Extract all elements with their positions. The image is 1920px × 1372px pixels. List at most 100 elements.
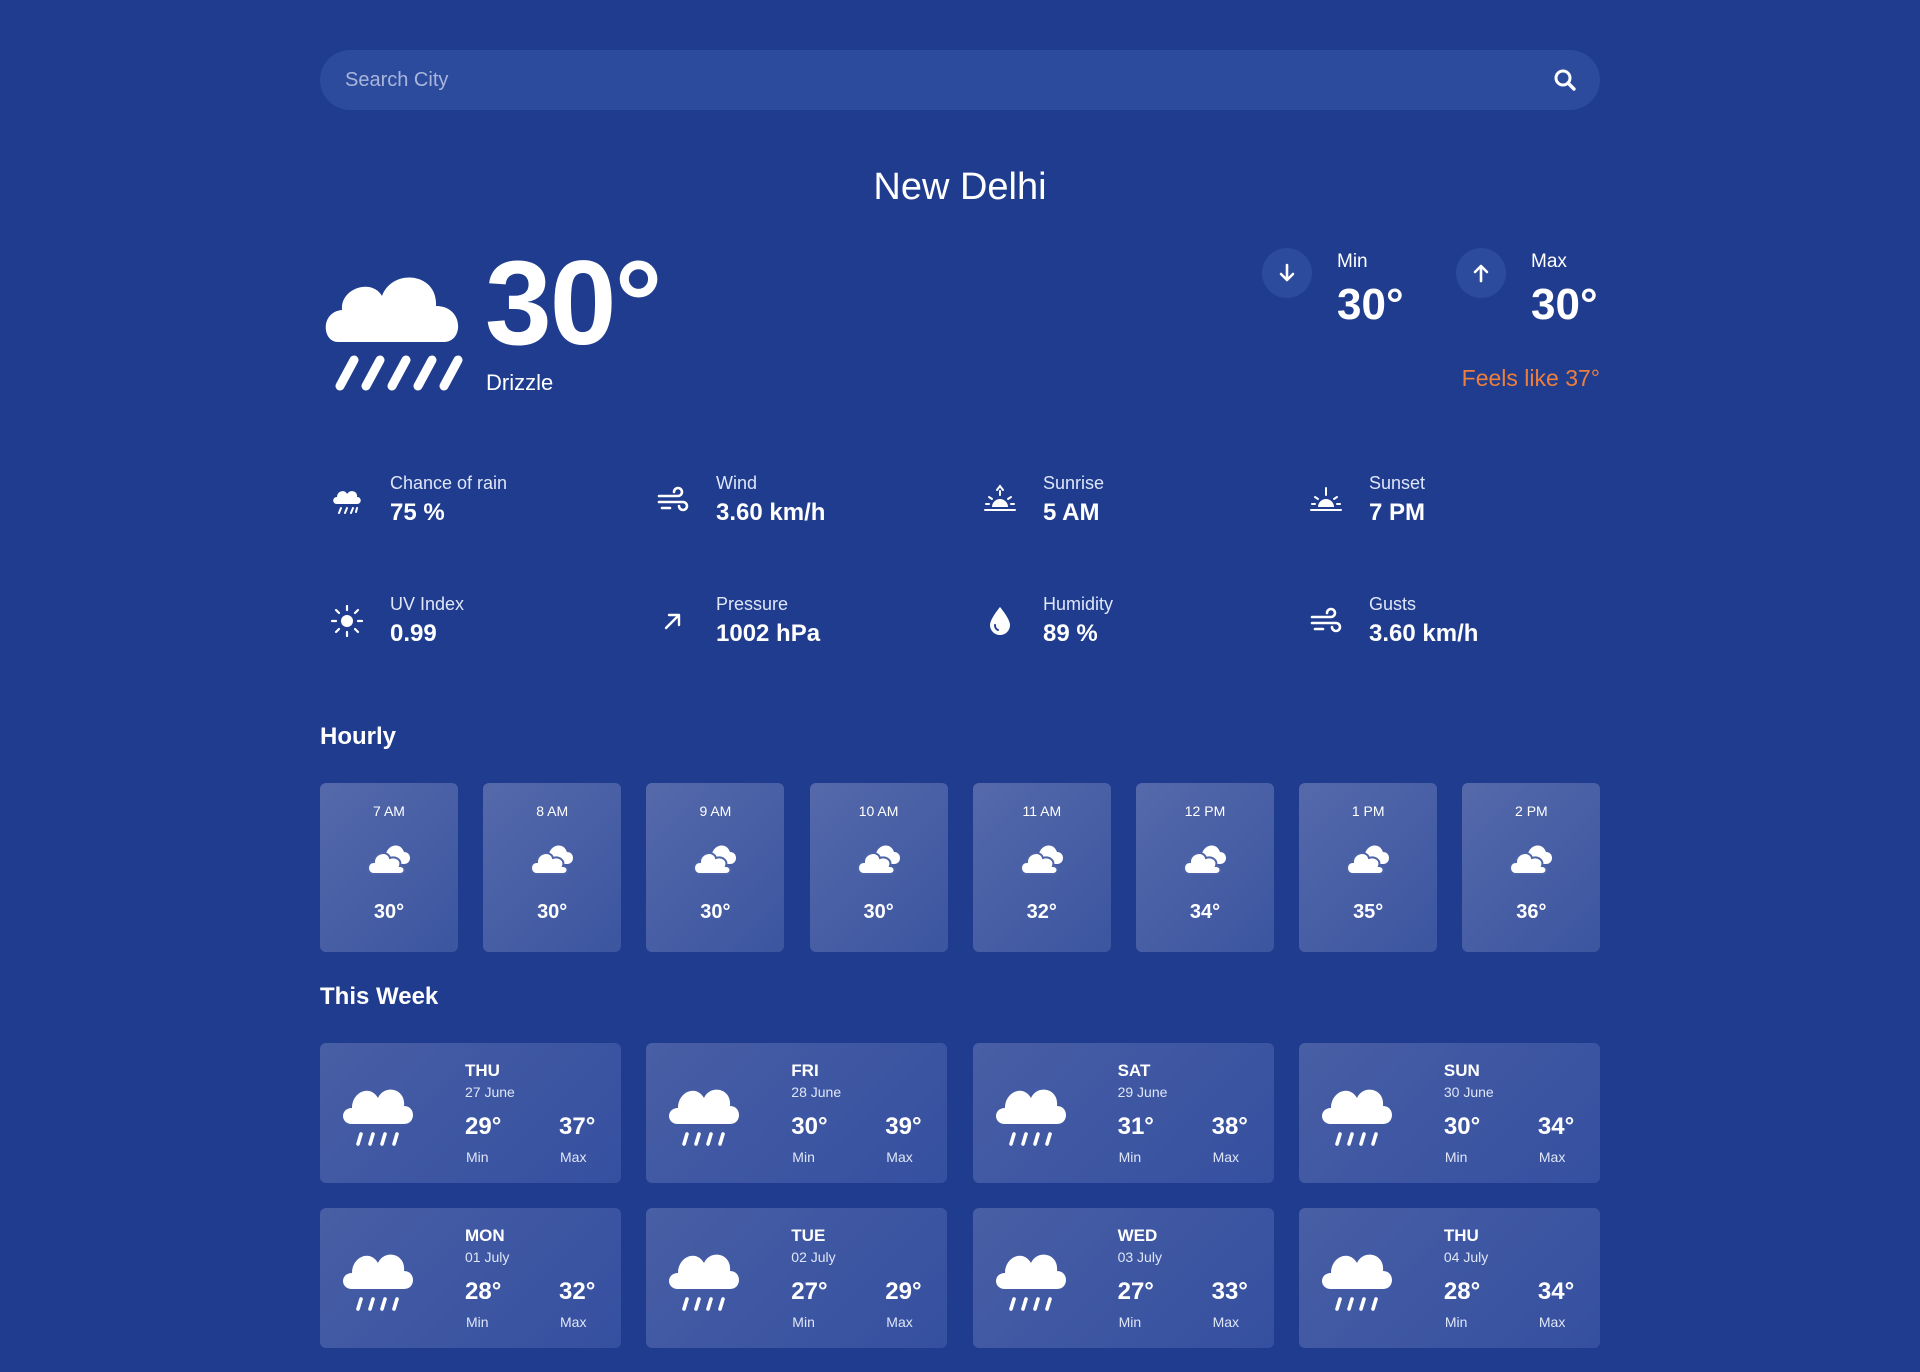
day-name: THU bbox=[465, 1061, 500, 1080]
day-name: TUE bbox=[791, 1226, 826, 1245]
rain-cloud-icon bbox=[1319, 1078, 1397, 1150]
stat-value: 1002 hPa bbox=[716, 620, 821, 647]
hourly-card[interactable]: 9 AM 30° bbox=[646, 783, 785, 952]
day-date: 04 July bbox=[1443, 1249, 1489, 1265]
stat-value: 7 PM bbox=[1369, 499, 1426, 526]
weather-app: New Delhi 30° Drizzle Min 30° bbox=[320, 0, 1601, 1372]
hour-time: 12 PM bbox=[1184, 803, 1226, 819]
hour-time: 8 AM bbox=[536, 803, 569, 819]
stat-value: 5 AM bbox=[1043, 499, 1100, 526]
stat-sunrise: Sunrise 5 AM bbox=[973, 465, 1273, 535]
stat-label: Pressure bbox=[716, 594, 789, 614]
arrow-up-icon bbox=[1456, 248, 1506, 298]
hour-time: 7 AM bbox=[373, 803, 405, 819]
hour-time: 11 AM bbox=[1022, 803, 1062, 819]
day-name: FRI bbox=[791, 1061, 819, 1080]
daily-card[interactable]: WED 03 July 27° 33° Min Max bbox=[972, 1208, 1274, 1348]
daily-card[interactable]: SUN 30 June 30° 34° Min Max bbox=[1298, 1043, 1600, 1183]
rain-cloud-icon bbox=[666, 1243, 744, 1315]
hourly-card[interactable]: 2 PM 36° bbox=[1462, 783, 1601, 952]
city-name: New Delhi bbox=[873, 166, 1047, 208]
stat-humidity: Humidity 89 % bbox=[973, 586, 1273, 656]
max-label: Max bbox=[1212, 1314, 1240, 1330]
partly-cloudy-icon bbox=[1508, 838, 1554, 878]
day-min: 30° bbox=[791, 1113, 828, 1140]
hour-time: 10 AM bbox=[858, 803, 899, 819]
day-min: 30° bbox=[1443, 1113, 1481, 1140]
daily-card[interactable]: SAT 29 June 31° 38° Min Max bbox=[972, 1043, 1274, 1183]
stat-value: 3.60 km/h bbox=[1369, 620, 1479, 647]
min-label: Min bbox=[466, 1314, 489, 1330]
daily-card[interactable]: TUE 02 July 27° 29° Min Max bbox=[646, 1208, 948, 1348]
stat-label: UV Index bbox=[390, 594, 465, 614]
hourly-card[interactable]: 8 AM 30° bbox=[483, 783, 622, 952]
sun-icon bbox=[330, 604, 364, 638]
hourly-card[interactable]: 12 PM 34° bbox=[1136, 783, 1274, 952]
partly-cloudy-icon bbox=[856, 838, 902, 878]
partly-cloudy-icon bbox=[1019, 838, 1065, 878]
daily-card[interactable]: FRI 28 June 30° 39° Min Max bbox=[646, 1043, 948, 1183]
day-min: 29° bbox=[465, 1113, 502, 1140]
max-label: Max bbox=[1212, 1149, 1240, 1165]
max-label: Max bbox=[886, 1314, 913, 1330]
day-name: MON bbox=[465, 1226, 505, 1245]
daily-card[interactable]: THU 27 June 29° 37° Min Max bbox=[320, 1043, 621, 1183]
hour-temp: 36° bbox=[1516, 901, 1547, 923]
hour-temp: 35° bbox=[1353, 901, 1384, 923]
rain-cloud-icon bbox=[1319, 1243, 1397, 1315]
stat-sunset: Sunset 7 PM bbox=[1299, 465, 1599, 535]
stat-label: Gusts bbox=[1369, 594, 1417, 614]
max-label: Max bbox=[560, 1149, 587, 1165]
search-input[interactable] bbox=[320, 50, 1520, 110]
max-value: 30° bbox=[1531, 280, 1598, 329]
hourly-card[interactable]: 11 AM 32° bbox=[972, 783, 1111, 952]
hour-time: 1 PM bbox=[1351, 803, 1385, 819]
hour-temp: 34° bbox=[1189, 901, 1221, 923]
stat-label: Humidity bbox=[1043, 594, 1114, 614]
day-name: WED bbox=[1117, 1226, 1158, 1245]
hour-temp: 30° bbox=[373, 901, 405, 923]
arrow-up-right-icon bbox=[656, 604, 690, 638]
min-label: Min bbox=[1118, 1149, 1142, 1165]
partly-cloudy-icon bbox=[366, 838, 412, 878]
daily-card[interactable]: THU 04 July 28° 34° Min Max bbox=[1298, 1208, 1600, 1348]
stat-pressure: Pressure 1002 hPa bbox=[646, 586, 946, 656]
stat-gusts: Gusts 3.60 km/h bbox=[1299, 586, 1599, 656]
week-title: This Week bbox=[320, 983, 439, 1010]
hour-temp: 30° bbox=[700, 901, 731, 923]
day-min: 27° bbox=[791, 1278, 828, 1305]
day-max: 34° bbox=[1537, 1278, 1575, 1305]
day-max: 33° bbox=[1211, 1278, 1248, 1305]
day-min: 31° bbox=[1117, 1113, 1154, 1140]
stat-wind: Wind 3.60 km/h bbox=[646, 465, 946, 535]
day-min: 28° bbox=[1443, 1278, 1481, 1305]
rain-cloud-icon bbox=[993, 1078, 1071, 1150]
min-label: Min bbox=[1444, 1149, 1468, 1165]
day-date: 30 June bbox=[1443, 1084, 1494, 1100]
max-label: Max bbox=[1538, 1149, 1566, 1165]
hour-temp: 32° bbox=[1026, 901, 1057, 923]
search-icon[interactable] bbox=[1552, 67, 1578, 93]
partly-cloudy-icon bbox=[1345, 838, 1391, 878]
hour-time: 2 PM bbox=[1515, 803, 1548, 819]
max-label: Max bbox=[1538, 1314, 1566, 1330]
stat-value: 3.60 km/h bbox=[716, 499, 826, 526]
day-date: 27 June bbox=[465, 1084, 515, 1100]
day-min: 28° bbox=[465, 1278, 502, 1305]
hourly-title: Hourly bbox=[320, 723, 397, 750]
hourly-card[interactable]: 10 AM 30° bbox=[809, 783, 948, 952]
rain-cloud-icon bbox=[340, 1078, 418, 1150]
partly-cloudy-icon bbox=[1182, 838, 1228, 878]
hourly-card[interactable]: 1 PM 35° bbox=[1299, 783, 1438, 952]
stat-label: Chance of rain bbox=[390, 473, 508, 493]
hourly-card[interactable]: 7 AM 30° bbox=[320, 783, 458, 952]
daily-card[interactable]: MON 01 July 28° 32° Min Max bbox=[320, 1208, 621, 1348]
stat-value: 89 % bbox=[1043, 620, 1098, 647]
day-name: SUN bbox=[1443, 1061, 1480, 1080]
wind-icon bbox=[656, 483, 690, 517]
weather-condition: Drizzle bbox=[486, 370, 554, 395]
stat-value: 0.99 bbox=[390, 620, 437, 647]
rain-cloud-icon bbox=[330, 483, 364, 517]
hour-time: 9 AM bbox=[699, 803, 732, 819]
sunrise-icon bbox=[983, 483, 1017, 517]
